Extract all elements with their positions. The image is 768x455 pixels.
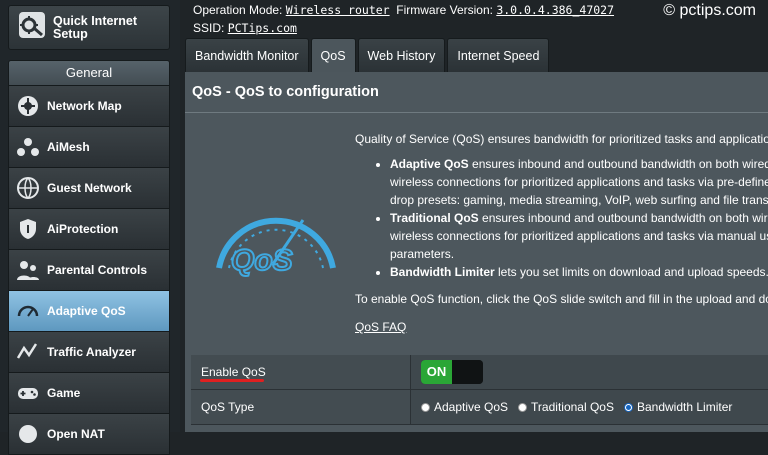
qos-intro: Quality of Service (QoS) ensures bandwid… [355, 132, 768, 146]
open-nat-icon [15, 421, 41, 447]
adaptive-qos-icon [15, 298, 41, 324]
sidebar-item-game[interactable]: Game [8, 373, 170, 414]
bullet-text: wireless connections for prioritized app… [390, 175, 768, 189]
bullet-title: Adaptive QoS [390, 157, 469, 171]
router-status: Operation Mode: Wireless router Firmware… [193, 1, 614, 37]
divider [185, 112, 768, 113]
radio-label: Adaptive QoS [434, 400, 509, 414]
tab-bandwidth-monitor[interactable]: Bandwidth Monitor [185, 38, 309, 72]
quick-internet-setup-button[interactable]: Quick Internet Setup [8, 5, 170, 50]
parental-controls-icon [15, 257, 41, 283]
table-row: QoS Type Adaptive QoS Traditional QoS Ba… [191, 390, 768, 425]
bullet-text: ensures inbound and outbound bandwidth o… [468, 157, 768, 171]
guest-network-icon [15, 175, 41, 201]
sidebar-item-label: AiMesh [47, 140, 90, 154]
toggle-on-label: ON [421, 360, 452, 384]
radio-adaptive-qos[interactable]: Adaptive QoS [421, 400, 508, 414]
sidebar-item-traffic-analyzer[interactable]: Traffic Analyzer [8, 332, 170, 373]
qos-type-label: QoS Type [191, 390, 410, 424]
page-title: QoS - QoS to configuration [192, 84, 379, 100]
list-item: Bandwidth Limiter lets you set limits on… [390, 263, 768, 281]
sidebar-item-aiprotection[interactable]: AiProtection [8, 209, 170, 250]
firmware-version-link[interactable]: 3.0.0.4.386_47027 [496, 3, 614, 17]
sidebar-item-parental-controls[interactable]: Parental Controls [8, 250, 170, 291]
bullet-text: lets you set limits on download and uplo… [494, 265, 768, 279]
qos-type-cell: Adaptive QoS Traditional QoS Bandwidth L… [410, 390, 768, 424]
ssid-label: SSID: [193, 21, 225, 35]
list-item: Traditional QoS ensures inbound and outb… [390, 209, 768, 263]
sidebar-item-label: Network Map [47, 99, 122, 113]
sidebar-section-general: General [8, 60, 170, 86]
qos-faq-link[interactable]: QoS FAQ [355, 320, 406, 334]
sidebar-item-label: Open NAT [47, 427, 105, 441]
bullet-text: ensures inbound and outbound bandwidth o… [478, 211, 768, 225]
radio-bandwidth-limiter[interactable]: Bandwidth Limiter [623, 400, 733, 414]
quick-setup-icon [17, 10, 47, 45]
enable-qos-label: Enable QoS [191, 355, 410, 389]
qos-gauge-logo: QoS [211, 190, 341, 285]
enable-qos-cell: ON [410, 355, 768, 389]
qos-logo-text: QoS [231, 244, 293, 277]
sidebar-item-label: Parental Controls [47, 263, 148, 277]
network-map-icon [15, 93, 41, 119]
aimesh-icon [15, 134, 41, 160]
qos-description: Quality of Service (QoS) ensures bandwid… [355, 130, 768, 281]
bullet-title: Traditional QoS [390, 211, 479, 225]
tab-web-history[interactable]: Web History [357, 38, 446, 72]
sidebar-item-network-map[interactable]: Network Map [8, 86, 170, 127]
watermark: © pctips.com [663, 2, 756, 19]
sidebar-item-guest-network[interactable]: Guest Network [8, 168, 170, 209]
radio-traditional-qos[interactable]: Traditional QoS [518, 400, 614, 414]
toggle-knob [452, 360, 483, 384]
sidebar-item-label: Guest Network [47, 181, 132, 195]
aiprotection-icon [15, 216, 41, 242]
red-underline-annotation [200, 379, 264, 382]
bullet-title: Bandwidth Limiter [390, 265, 495, 279]
traffic-analyzer-icon [15, 339, 41, 365]
tab-bar: Bandwidth Monitor QoS Web History Intern… [185, 38, 551, 72]
enable-qos-text: Enable QoS [201, 365, 266, 379]
sidebar-item-aimesh[interactable]: AiMesh [8, 127, 170, 168]
enable-qos-toggle[interactable]: ON [421, 360, 483, 384]
quick-setup-label: Quick Internet Setup [53, 13, 138, 41]
radio-dot [421, 402, 430, 412]
sidebar: Quick Internet Setup General Network Map… [0, 0, 180, 455]
firmware-label: Firmware Version: [396, 3, 493, 17]
bullet-text: wireless connections for prioritized app… [390, 229, 768, 243]
tab-qos[interactable]: QoS [310, 38, 356, 72]
bullet-text: parameters. [390, 247, 455, 261]
enable-instruction: To enable QoS function, click the QoS sl… [355, 292, 768, 306]
radio-dot-selected [623, 402, 633, 412]
table-row: Enable QoS ON [191, 355, 768, 390]
radio-label: Traditional QoS [531, 400, 614, 414]
radio-dot [518, 402, 528, 412]
game-icon [15, 380, 41, 406]
sidebar-item-label: Traffic Analyzer [47, 345, 136, 359]
bullet-text: drop presets: gaming, media streaming, V… [390, 193, 768, 207]
operation-mode-label: Operation Mode: [193, 3, 283, 17]
sidebar-item-adaptive-qos[interactable]: Adaptive QoS [8, 291, 170, 332]
operation-mode-link[interactable]: Wireless router [286, 3, 390, 17]
sidebar-item-label: Adaptive QoS [47, 304, 126, 318]
list-item: Adaptive QoS ensures inbound and outboun… [390, 155, 768, 209]
sidebar-item-label: Game [47, 386, 81, 400]
ssid-link[interactable]: PCTips.com [228, 21, 297, 35]
sidebar-menu: Network Map AiMesh Guest Network AiProte… [8, 86, 170, 455]
sidebar-item-open-nat[interactable]: Open NAT [8, 414, 170, 455]
qos-settings-table: Enable QoS ON QoS Type Adaptive QoS Trad… [191, 355, 768, 425]
qos-bullets: Adaptive QoS ensures inbound and outboun… [355, 155, 768, 281]
radio-label: Bandwidth Limiter [636, 400, 733, 414]
sidebar-item-label: AiProtection [47, 222, 119, 236]
tab-internet-speed[interactable]: Internet Speed [447, 38, 550, 72]
